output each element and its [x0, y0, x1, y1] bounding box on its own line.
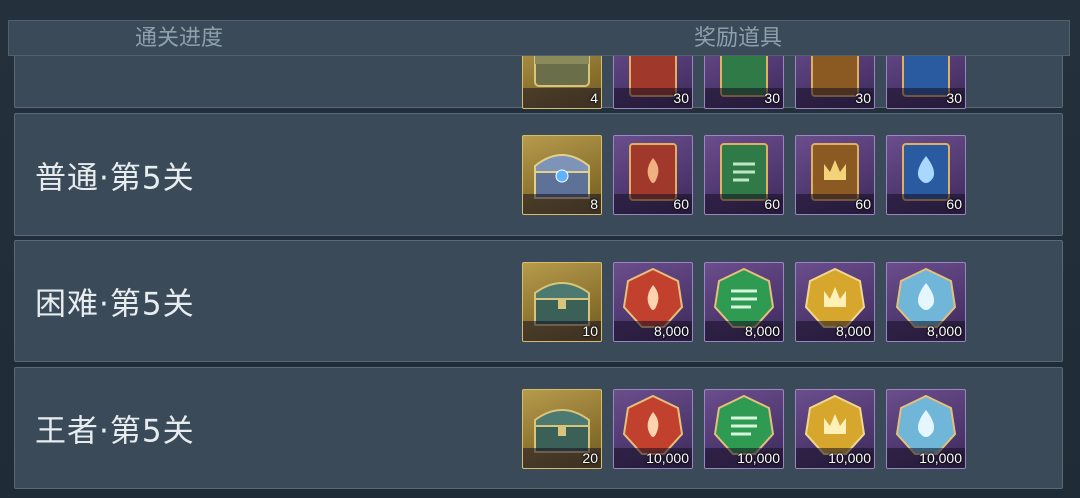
reward-table-panel: 4 30 30 30 30 通关进度 奖励道具 普通·第5关 8 60 60 6… [0, 0, 1080, 498]
brown-crown-book-icon[interactable]: 60 [795, 135, 875, 215]
item-count: 60 [946, 196, 962, 212]
item-count: 30 [764, 90, 780, 106]
item-count: 10,000 [828, 450, 871, 466]
item-count: 8,000 [926, 323, 962, 339]
stage-label: 王者·第5关 [35, 413, 195, 450]
item-count: 8 [590, 196, 598, 212]
table-header: 通关进度 奖励道具 [8, 20, 1070, 56]
red-fire-gem-icon[interactable]: 8,000 [613, 262, 693, 342]
green-wind-gem-icon[interactable]: 8,000 [704, 262, 784, 342]
item-count: 8,000 [744, 323, 780, 339]
reward-row[interactable]: 王者·第5关 20 10,000 10,000 10,000 10,000 [14, 367, 1063, 489]
silver-blue-chest-icon[interactable]: 8 [522, 135, 602, 215]
reward-column-header: 奖励道具 [694, 26, 783, 51]
item-count: 30 [946, 90, 962, 106]
item-count: 30 [855, 90, 871, 106]
item-count: 10,000 [919, 450, 962, 466]
item-count: 10,000 [646, 450, 689, 466]
item-count: 30 [673, 90, 689, 106]
blue-water-gem-icon[interactable]: 8,000 [886, 262, 966, 342]
red-fire-gem-icon[interactable]: 10,000 [613, 389, 693, 469]
stage-label: 普通·第5关 [35, 160, 195, 196]
jade-chest-icon[interactable]: 20 [522, 389, 602, 469]
jade-chest-icon[interactable]: 10 [522, 262, 602, 342]
gold-crown-gem-icon[interactable]: 8,000 [795, 262, 875, 342]
reward-row[interactable]: 困难·第5关 10 8,000 8,000 8,000 8,000 [14, 240, 1063, 362]
item-count: 10 [582, 323, 598, 339]
item-count: 8,000 [835, 323, 871, 339]
item-count: 20 [582, 450, 598, 466]
red-fire-book-icon[interactable]: 60 [613, 135, 693, 215]
stage-label: 困难·第5关 [35, 286, 195, 323]
green-wind-book-icon[interactable]: 60 [704, 135, 784, 215]
item-count: 8,000 [653, 323, 689, 339]
blue-water-gem-icon[interactable]: 10,000 [886, 389, 966, 469]
item-count: 60 [764, 196, 780, 212]
item-count: 4 [590, 90, 598, 106]
item-count: 10,000 [737, 450, 780, 466]
reward-row[interactable]: 普通·第5关 8 60 60 60 60 [14, 113, 1063, 236]
stage-column-header: 通关进度 [135, 26, 224, 51]
gold-crown-gem-icon[interactable]: 10,000 [795, 389, 875, 469]
blue-water-book-icon[interactable]: 60 [886, 135, 966, 215]
item-count: 60 [673, 196, 689, 212]
reward-row[interactable]: 4 30 30 30 30 [14, 29, 1063, 109]
item-count: 60 [855, 196, 871, 212]
green-wind-gem-icon[interactable]: 10,000 [704, 389, 784, 469]
